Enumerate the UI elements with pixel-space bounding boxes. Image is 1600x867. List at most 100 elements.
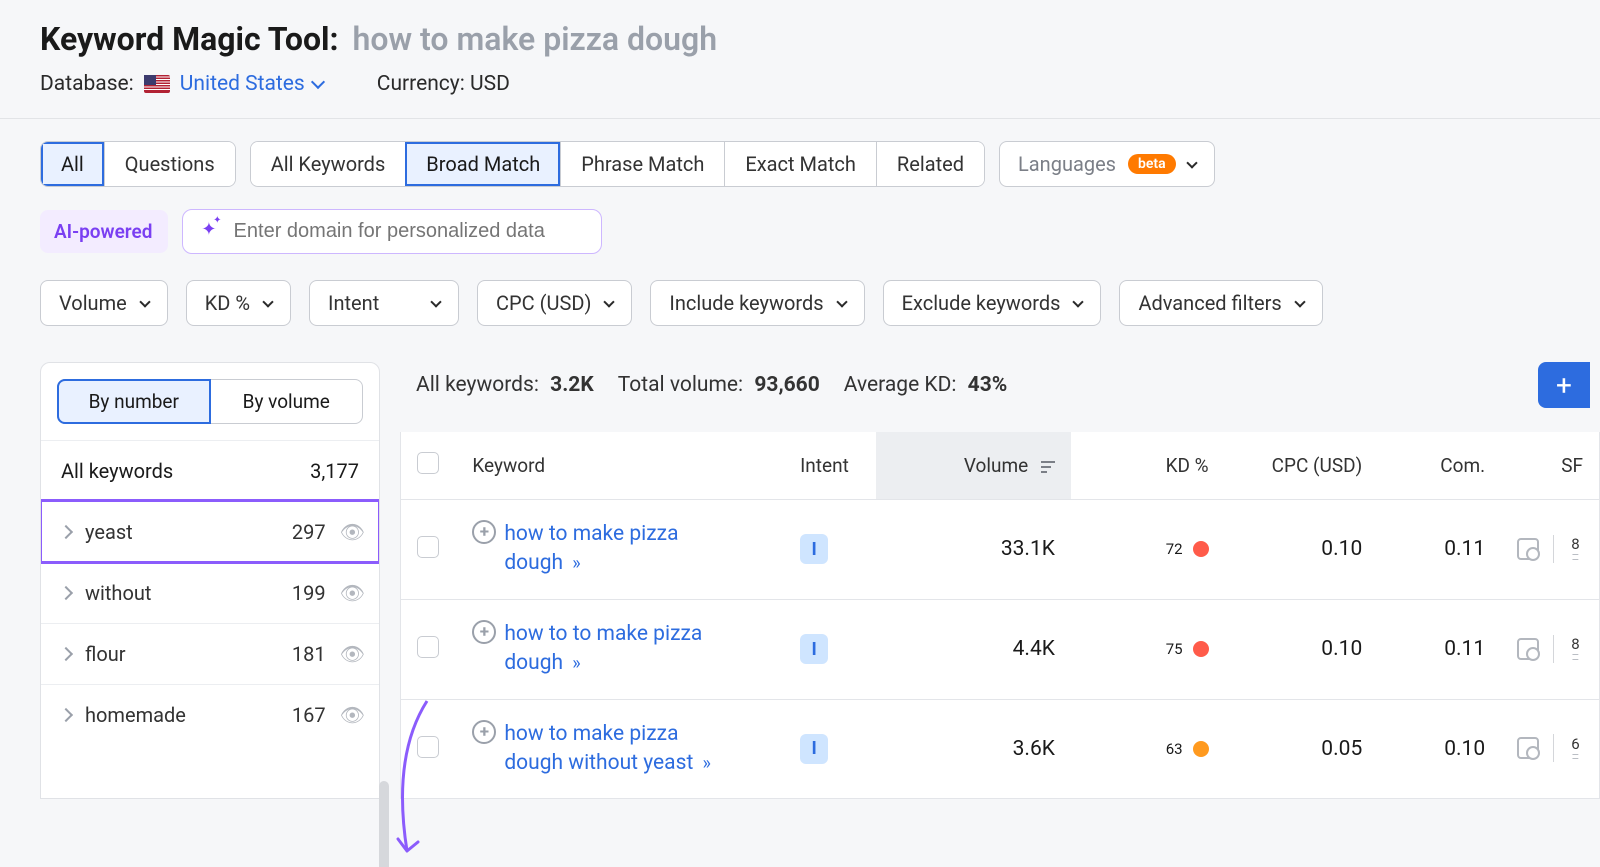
keyword-link[interactable]: how to make pizzadough » [504, 520, 678, 579]
summary-total-volume: Total volume: 93,660 [618, 373, 820, 397]
summary-all-keywords: All keywords: 3.2K [416, 373, 594, 397]
languages-label: Languages [1018, 152, 1116, 176]
languages-button[interactable]: Languages beta [999, 141, 1215, 187]
tab-phrase-match[interactable]: Phrase Match [560, 142, 724, 186]
intent-badge: I [800, 634, 828, 664]
cell-com: 0.10 [1378, 700, 1501, 800]
sidebar-item-homemade[interactable]: homemade 167 👁 [41, 684, 379, 745]
chevron-down-icon [836, 296, 847, 307]
col-keyword[interactable]: Keyword [456, 432, 784, 500]
serp-preview-icon[interactable] [1517, 638, 1539, 660]
add-keyword-icon[interactable]: + [472, 520, 496, 544]
filter-exclude-keywords[interactable]: Exclude keywords [883, 280, 1102, 326]
chevron-down-icon [1186, 157, 1197, 168]
chevron-down-icon [1294, 296, 1305, 307]
currency-label: Currency: USD [377, 72, 510, 96]
cell-com: 0.11 [1378, 500, 1501, 600]
cell-volume: 4.4K [876, 600, 1071, 700]
sidebar-item-count: 181 [292, 642, 326, 666]
ai-powered-pill: AI-powered [40, 210, 168, 253]
cell-volume: 3.6K [876, 700, 1071, 800]
tool-name: Keyword Magic Tool: [40, 20, 339, 58]
tab-all-keywords[interactable]: All Keywords [251, 142, 406, 186]
col-cpc[interactable]: CPC (USD) [1225, 432, 1379, 500]
tab-broad-match[interactable]: Broad Match [405, 142, 560, 186]
keyword-link[interactable]: how to make pizzadough without yeast » [504, 720, 711, 779]
sidebar-item-label: yeast [85, 520, 133, 544]
sidebar-item-label: homemade [85, 703, 186, 727]
ai-domain-input[interactable] [234, 220, 584, 243]
sidebar-all-keywords-row[interactable]: All keywords 3,177 [41, 440, 379, 501]
toggle-by-number[interactable]: By number [57, 379, 211, 424]
tab-related[interactable]: Related [876, 142, 984, 186]
col-com[interactable]: Com. [1378, 432, 1501, 500]
filter-volume[interactable]: Volume [40, 280, 168, 326]
col-kd[interactable]: KD % [1071, 432, 1225, 500]
add-keyword-icon[interactable]: + [472, 620, 496, 644]
page-header: Keyword Magic Tool: how to make pizza do… [0, 0, 1600, 118]
add-keyword-icon[interactable]: + [472, 720, 496, 744]
cell-cpc: 0.05 [1225, 700, 1379, 800]
sparkle-icon [201, 221, 221, 243]
row-checkbox[interactable] [417, 536, 439, 558]
sidebar-item-yeast[interactable]: yeast 297 👁 [41, 501, 379, 562]
sidebar-item-count: 167 [292, 703, 326, 727]
sidebar-all-keywords-count: 3,177 [310, 459, 359, 483]
row-checkbox[interactable] [417, 736, 439, 758]
eye-icon[interactable]: 👁 [340, 581, 365, 605]
sidebar-item-label: flour [85, 642, 126, 666]
sidebar-all-keywords-label: All keywords [61, 459, 173, 483]
eye-icon[interactable]: 👁 [340, 642, 365, 666]
col-sf[interactable]: SF [1501, 432, 1600, 500]
divider [1553, 635, 1554, 663]
chevron-down-icon [1073, 296, 1084, 307]
sidebar-scrollbar[interactable] [379, 781, 389, 867]
double-chevron-icon: » [572, 553, 580, 574]
row-checkbox[interactable] [417, 636, 439, 658]
select-all-checkbox[interactable] [417, 452, 439, 474]
chevron-down-icon [139, 296, 150, 307]
filter-intent[interactable]: Intent [309, 280, 459, 326]
filter-advanced[interactable]: Advanced filters [1119, 280, 1322, 326]
database-label: Database: [40, 72, 134, 96]
col-volume[interactable]: Volume [876, 432, 1071, 500]
toggle-by-volume[interactable]: By volume [211, 379, 364, 424]
divider [1553, 734, 1554, 762]
double-chevron-icon: » [572, 653, 580, 674]
tab-exact-match[interactable]: Exact Match [724, 142, 876, 186]
tab-all[interactable]: All [41, 142, 104, 186]
sidebar-item-label: without [85, 581, 151, 605]
cell-kd: 75 [1166, 640, 1209, 658]
cell-cpc: 0.10 [1225, 600, 1379, 700]
keywords-table: Keyword Intent Volume KD % CPC (USD) Com… [400, 432, 1600, 799]
eye-icon[interactable]: 👁 [340, 703, 365, 727]
sidebar-item-flour[interactable]: flour 181 👁 [41, 623, 379, 684]
chevron-right-icon [59, 708, 73, 722]
keyword-groups-sidebar: By number By volume All keywords 3,177 y… [40, 362, 380, 799]
serp-preview-icon[interactable] [1517, 538, 1539, 560]
beta-badge: beta [1128, 154, 1176, 174]
filter-include-keywords[interactable]: Include keywords [650, 280, 864, 326]
keyword-link[interactable]: how to to make pizzadough » [504, 620, 702, 679]
sidebar-item-count: 297 [292, 520, 326, 544]
database-value: United States [180, 72, 305, 96]
plus-icon: + [1556, 369, 1572, 402]
ai-domain-input-wrap[interactable] [182, 209, 602, 254]
cell-kd: 63 [1166, 740, 1209, 758]
table-row: +how to to make pizzadough »I4.4K750.100… [400, 600, 1600, 700]
database-selector[interactable]: Database: United States [40, 72, 323, 96]
filter-cpc[interactable]: CPC (USD) [477, 280, 632, 326]
tabs-all-questions: All Questions [40, 141, 236, 187]
serp-preview-icon[interactable] [1517, 737, 1539, 759]
divider [1553, 535, 1554, 563]
filter-kd[interactable]: KD % [186, 280, 291, 326]
sidebar-item-without[interactable]: without199👁 [41, 562, 379, 623]
results-main: All keywords: 3.2K Total volume: 93,660 … [400, 362, 1600, 799]
chevron-down-icon [311, 75, 325, 89]
tab-questions[interactable]: Questions [104, 142, 235, 186]
us-flag-icon [144, 75, 170, 93]
chevron-right-icon [59, 525, 73, 539]
col-intent[interactable]: Intent [784, 432, 876, 500]
add-button[interactable]: + [1538, 362, 1590, 408]
eye-icon[interactable]: 👁 [340, 520, 365, 544]
